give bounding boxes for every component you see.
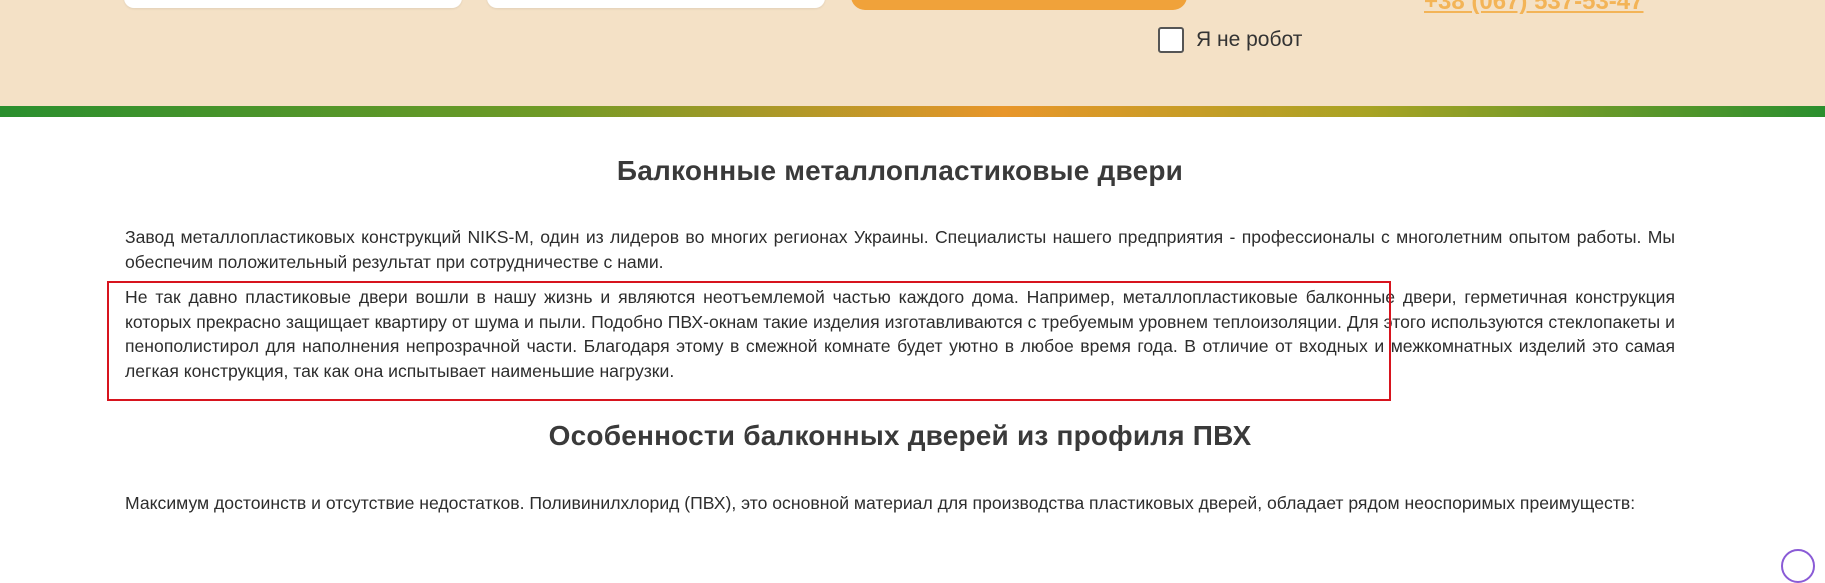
phone-input[interactable] [487,0,825,8]
highlighted-paragraph: Не так давно пластиковые двери вошли в н… [125,287,1675,381]
captcha-checkbox[interactable]: Я не робот [1158,27,1302,53]
chat-widget-button[interactable] [1781,549,1815,583]
contact-form-band: +38 (067) 537-53-47 Я не робот [0,0,1825,106]
section-heading: Особенности балконных дверей из профиля … [548,420,1252,451]
name-input[interactable] [124,0,462,8]
intro-paragraph: Завод металлопластиковых конструкций NIK… [125,227,1675,272]
phone-link[interactable]: +38 (067) 537-53-47 [1424,0,1644,16]
checkbox-icon[interactable] [1158,27,1184,53]
divider-stripe [0,106,1825,117]
features-paragraph: Максимум достоинств и отсутствие недоста… [125,493,1636,513]
page-title: Балконные металлопластиковые двери [616,155,1184,186]
submit-button[interactable] [851,0,1187,10]
captcha-label: Я не робот [1196,28,1303,51]
